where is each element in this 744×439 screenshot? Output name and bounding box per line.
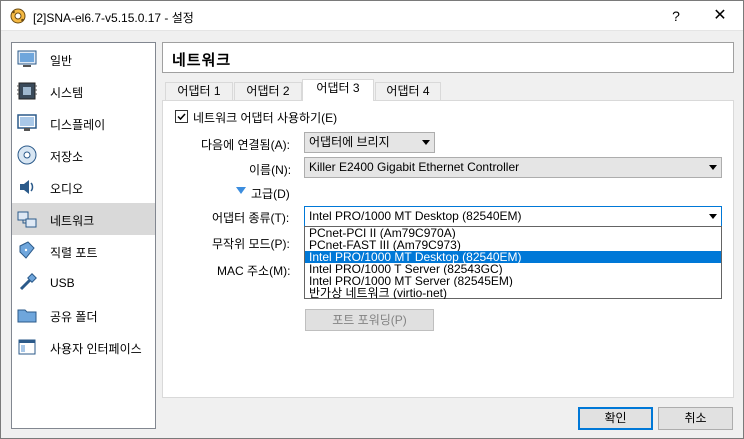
settings-sidebar: 일반 시스템 디스플레이 저장소 오디오 네트워크 직렬 포트 USB 공유 폴…: [11, 42, 156, 429]
network-icon: [17, 211, 37, 228]
dropdown-option[interactable]: Intel PRO/1000 T Server (82543GC): [305, 263, 721, 275]
checkmark-icon: [177, 113, 186, 121]
usb-icon: [19, 273, 37, 291]
dropdown-option[interactable]: PCnet-FAST III (Am79C973): [305, 239, 721, 251]
sidebar-item-general[interactable]: 일반: [12, 43, 155, 75]
chevron-down-icon: [709, 165, 717, 170]
chevron-down-icon: [422, 140, 430, 145]
adapter-type-value: Intel PRO/1000 MT Desktop (82540EM): [309, 209, 522, 223]
sidebar-item-user-interface[interactable]: 사용자 인터페이스: [12, 331, 155, 363]
adapter-name-select[interactable]: Killer E2400 Gigabit Ethernet Controller: [304, 157, 722, 178]
shared-folder-icon: [17, 309, 37, 323]
dropdown-option[interactable]: PCnet-PCI II (Am79C970A): [305, 227, 721, 239]
audio-icon: [20, 180, 34, 194]
general-icon: [17, 50, 37, 67]
tab-adapter-4[interactable]: 어댑터 4: [375, 82, 441, 101]
sidebar-item-label: 저장소: [50, 150, 84, 164]
sidebar-item-system[interactable]: 시스템: [12, 75, 155, 107]
tab-adapter-1[interactable]: 어댑터 1: [165, 82, 233, 101]
sidebar-item-label: 디스플레이: [50, 118, 106, 132]
serial-port-icon: [19, 241, 35, 259]
user-interface-icon: [18, 339, 36, 355]
dropdown-option[interactable]: 반가상 네트워크 (virtio-net): [305, 287, 721, 299]
title-bar: [2]SNA-el6.7-v5.15.0.17 - 설정 ? ✕: [1, 1, 743, 31]
sidebar-item-label: 오디오: [50, 182, 84, 196]
system-icon: [17, 82, 37, 100]
dropdown-option[interactable]: Intel PRO/1000 MT Server (82545EM): [305, 275, 721, 287]
attached-to-label: 다음에 연결됨(A):: [201, 138, 290, 152]
storage-icon: [17, 145, 37, 165]
mac-address-label: MAC 주소(M):: [217, 264, 291, 278]
sidebar-item-storage[interactable]: 저장소: [12, 139, 155, 171]
chevron-down-icon: [709, 214, 717, 219]
sidebar-item-label: 직렬 포트: [50, 246, 98, 260]
enable-adapter-label: 네트워크 어댑터 사용하기(E): [193, 111, 338, 125]
sidebar-item-audio[interactable]: 오디오: [12, 171, 155, 203]
sidebar-item-label: 사용자 인터페이스: [50, 342, 142, 356]
adapter-name-value: Killer E2400 Gigabit Ethernet Controller: [309, 160, 520, 174]
window-title: [2]SNA-el6.7-v5.15.0.17 - 설정: [33, 11, 194, 25]
settings-window: [2]SNA-el6.7-v5.15.0.17 - 설정 ? ✕ 일반 시스템: [0, 0, 744, 439]
sidebar-item-network[interactable]: 네트워크: [12, 203, 155, 235]
sidebar-item-serial-port[interactable]: 직렬 포트: [12, 235, 155, 267]
sidebar-item-label: 공유 폴더: [50, 310, 98, 324]
enable-adapter-checkbox[interactable]: [175, 110, 188, 123]
sidebar-item-label: 일반: [50, 54, 73, 68]
sidebar-item-label: 시스템: [50, 86, 84, 100]
sidebar-item-label: 네트워크: [50, 214, 95, 228]
sidebar-item-shared-folders[interactable]: 공유 폴더: [12, 299, 155, 331]
virtualbox-icon: [10, 8, 26, 24]
adapter-type-select[interactable]: Intel PRO/1000 MT Desktop (82540EM): [304, 206, 722, 227]
sidebar-item-label: USB: [50, 276, 75, 290]
cancel-button[interactable]: 취소: [658, 407, 733, 430]
page-header: 네트워크: [162, 42, 734, 73]
expand-arrow-icon[interactable]: [236, 187, 246, 194]
sidebar-item-display[interactable]: 디스플레이: [12, 107, 155, 139]
promiscuous-mode-label: 무작위 모드(P):: [212, 237, 290, 251]
attached-to-select[interactable]: 어댑터에 브리지: [304, 132, 435, 153]
attached-to-value: 어댑터에 브리지: [309, 135, 390, 149]
advanced-toggle[interactable]: 고급(D): [251, 185, 290, 202]
dropdown-option-selected[interactable]: Intel PRO/1000 MT Desktop (82540EM): [305, 251, 721, 263]
display-icon: [17, 114, 37, 131]
page-title: 네트워크: [172, 52, 232, 69]
name-label: 이름(N):: [249, 163, 292, 177]
help-button[interactable]: ?: [653, 1, 699, 31]
adapter-type-label: 어댑터 종류(T):: [212, 211, 290, 225]
tab-adapter-3[interactable]: 어댑터 3: [302, 79, 374, 101]
close-button[interactable]: ✕: [697, 1, 743, 31]
sidebar-item-usb[interactable]: USB: [12, 267, 155, 299]
adapter-type-dropdown: PCnet-PCI II (Am79C970A) PCnet-FAST III …: [304, 226, 722, 299]
ok-button[interactable]: 확인: [578, 407, 653, 430]
tab-adapter-2[interactable]: 어댑터 2: [234, 82, 302, 101]
port-forwarding-button[interactable]: 포트 포워딩(P): [305, 309, 434, 331]
